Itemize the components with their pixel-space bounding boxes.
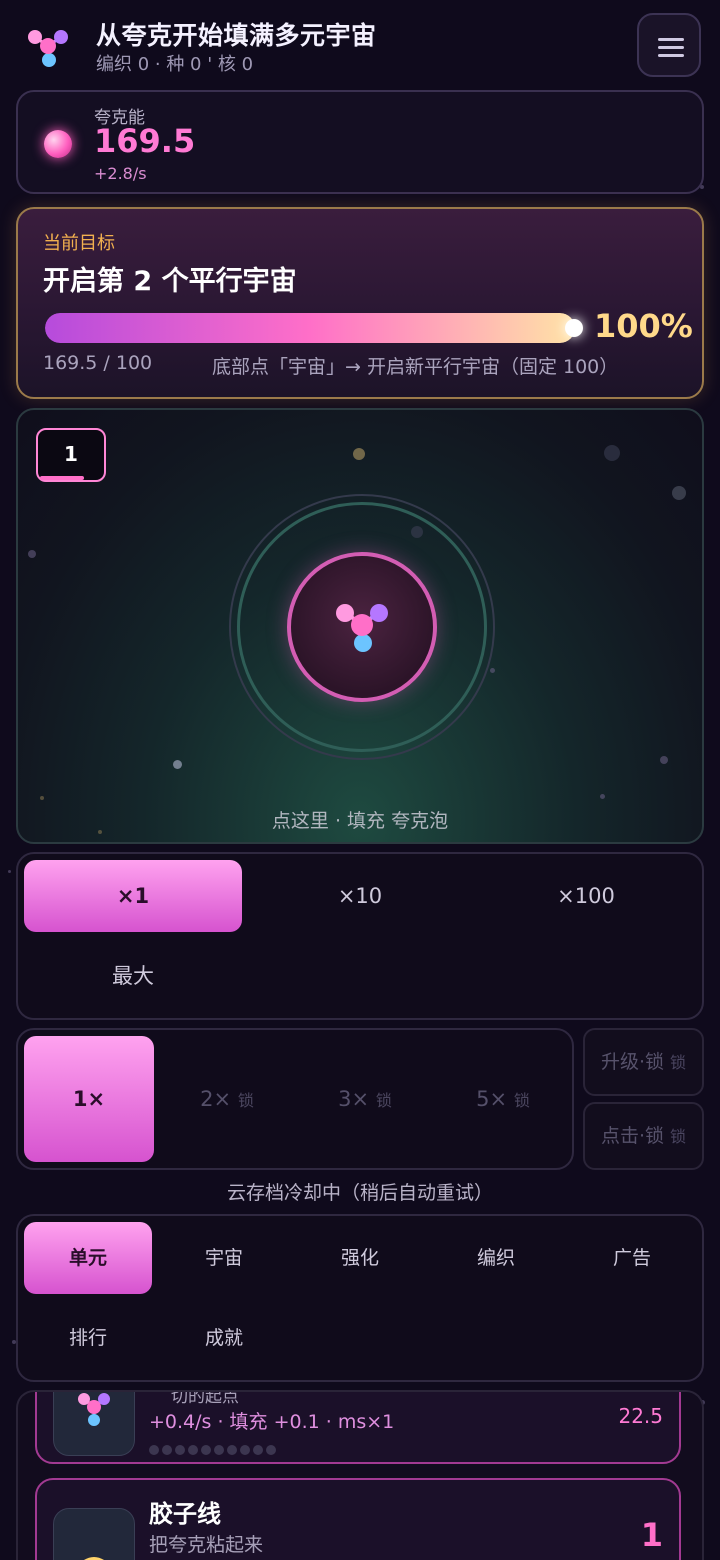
arena-particle	[490, 668, 495, 673]
auto-upgrade-locked-button[interactable]: 升级·锁 锁	[583, 1028, 704, 1096]
top-bar: 从夸克开始填满多元宇宙 编织 0 · 种 0 ' 核 0	[0, 0, 720, 90]
multiplier-x1-button[interactable]: ×1	[24, 860, 242, 932]
multiplier-max-button[interactable]: 最大	[24, 940, 242, 1012]
goal-label: 当前目标	[43, 233, 115, 254]
tab-units[interactable]: 单元	[24, 1222, 152, 1294]
arena-particle	[672, 486, 686, 500]
unit-level-dots	[149, 1440, 279, 1459]
arena-particle	[353, 448, 365, 460]
unit-description: 切的起点	[171, 1390, 239, 1407]
main-tabs: 单元 宇宙 强化 编织 广告 排行 成就	[16, 1214, 704, 1382]
goal-percent: 100%	[594, 307, 693, 345]
unit-count: 22.5	[618, 1404, 663, 1428]
pink-orb-icon	[44, 130, 72, 158]
speed-label: 5×	[476, 1087, 508, 1111]
unit-description: 把夸克粘起来	[149, 1534, 264, 1556]
multiplier-x100-button[interactable]: ×100	[477, 860, 695, 932]
menu-button[interactable]	[637, 13, 701, 77]
tab-universe[interactable]: 宇宙	[160, 1222, 288, 1294]
hamburger-menu-icon	[658, 54, 684, 57]
tab-enhance[interactable]: 强化	[296, 1222, 424, 1294]
lock-label: 锁	[513, 1091, 530, 1110]
unit-stats: +0.4/s · 填充 +0.1 · ms×1	[149, 1411, 395, 1433]
goal-heading: 开启第 2 个平行宇宙	[43, 266, 297, 297]
arena-particle	[173, 760, 182, 769]
tab-ads[interactable]: 广告	[568, 1222, 696, 1294]
goal-progress-fill	[45, 313, 575, 343]
unit-name: 胶子线	[149, 1500, 221, 1528]
multiplier-selector: ×1 ×10 ×100 最大	[16, 852, 704, 1020]
goal-ratio: 169.5 / 100	[43, 352, 153, 374]
app-subtitle: 编织 0 · 种 0 ' 核 0	[96, 54, 254, 75]
arena-particle	[40, 796, 44, 800]
tap-arena[interactable]: 1 点这里 · 填充 夸克泡	[16, 408, 704, 844]
multiplier-x10-button[interactable]: ×10	[251, 860, 469, 932]
unit-card-gluon[interactable]: 胶子线 把夸克粘起来 1	[35, 1478, 681, 1560]
side-button-label: 点击·锁	[600, 1125, 664, 1147]
side-button-label: 升级·锁	[600, 1051, 664, 1073]
quark-molecule-icon	[53, 1392, 135, 1456]
auto-click-locked-button[interactable]: 点击·锁 锁	[583, 1102, 704, 1170]
speed-label: 2×	[200, 1087, 232, 1111]
arena-particle	[600, 794, 605, 799]
speed-2x-button[interactable]: 2× 锁	[162, 1036, 292, 1162]
unit-card-quark[interactable]: 切的起点 +0.4/s · 填充 +0.1 · ms×1 22.5	[35, 1390, 681, 1464]
tab-weave[interactable]: 编织	[432, 1222, 560, 1294]
lock-label: 锁	[237, 1091, 254, 1110]
universe-number: 1	[64, 442, 78, 466]
arena-particle	[604, 445, 620, 461]
quark-molecule-icon	[336, 604, 388, 652]
cloud-save-status: 云存档冷却中（稍后自动重试）	[226, 1182, 493, 1204]
hamburger-menu-icon	[658, 46, 684, 49]
speed-1x-button[interactable]: 1×	[24, 1036, 154, 1162]
lock-label: 锁	[670, 1053, 687, 1072]
unit-list[interactable]: 切的起点 +0.4/s · 填充 +0.1 · ms×1 22.5 胶子线 把夸…	[16, 1390, 704, 1560]
speed-label: 3×	[338, 1087, 370, 1111]
lock-label: 锁	[375, 1091, 392, 1110]
tab-achievements[interactable]: 成就	[160, 1302, 288, 1374]
gluon-icon	[53, 1508, 135, 1560]
quark-molecule-icon	[22, 22, 74, 74]
goal-progress-bar	[45, 313, 575, 343]
speed-5x-button[interactable]: 5× 锁	[438, 1036, 568, 1162]
goal-card: 当前目标 开启第 2 个平行宇宙 100% 169.5 / 100 底部点「宇宙…	[16, 207, 704, 399]
app-title: 从夸克开始填满多元宇宙	[96, 21, 377, 50]
speed-3x-button[interactable]: 3× 锁	[300, 1036, 430, 1162]
tab-leaderboard[interactable]: 排行	[24, 1302, 152, 1374]
tap-hint: 点这里 · 填充 夸克泡	[271, 810, 449, 832]
universe-number-badge: 1	[36, 428, 106, 482]
hamburger-menu-icon	[658, 38, 684, 41]
unit-level: 1	[640, 1516, 663, 1554]
lock-label: 锁	[670, 1127, 687, 1146]
tap-core-button[interactable]	[287, 552, 437, 702]
energy-card: 夸克能 169.5 +2.8/s	[16, 90, 704, 194]
background-star	[8, 870, 11, 873]
goal-hint: 底部点「宇宙」→ 开启新平行宇宙（固定 100）	[212, 356, 619, 378]
energy-rate: +2.8/s	[94, 164, 147, 183]
energy-value: 169.5	[94, 122, 196, 160]
arena-particle	[28, 550, 36, 558]
progress-knob	[565, 319, 583, 337]
speed-label: 1×	[72, 1087, 106, 1111]
speed-selector: 1× 2× 锁 3× 锁 5× 锁	[16, 1028, 574, 1170]
universe-badge-underline	[40, 476, 84, 480]
arena-particle	[660, 756, 668, 764]
